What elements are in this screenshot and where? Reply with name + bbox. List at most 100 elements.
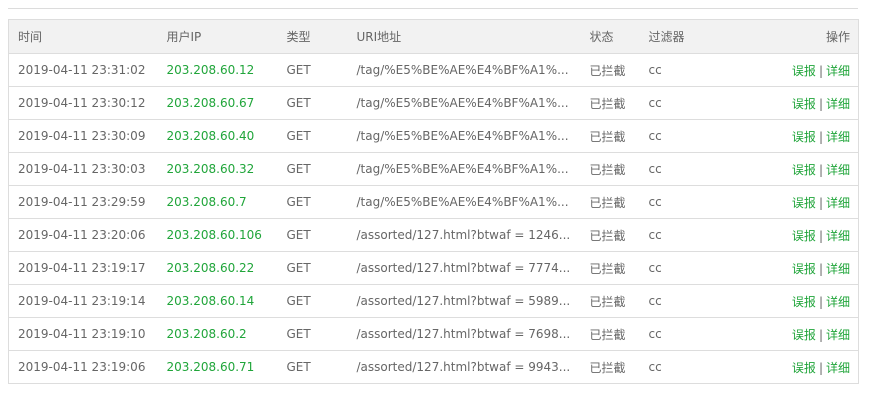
cell-user-ip: 203.208.60.71 bbox=[157, 350, 278, 384]
table-row: 2019-04-11 23:30:03 203.208.60.32 GET/tag/… bbox=[8, 152, 859, 186]
cell-time: 2019-04-11 23:30:03 bbox=[8, 152, 158, 186]
top-divider bbox=[8, 8, 858, 9]
cell-status: 已拦截 bbox=[580, 185, 640, 219]
cell-type: GET bbox=[277, 317, 348, 351]
cell-time: 2019-04-11 23:31:02 bbox=[8, 53, 158, 87]
cell-type: GET bbox=[277, 284, 348, 318]
column-header-uri: URI地址 bbox=[347, 19, 581, 54]
table-row: 2019-04-11 23:20:06 203.208.60.106 GET/ass… bbox=[8, 218, 859, 252]
cell-filter: cc bbox=[639, 185, 730, 219]
cell-user-ip: 203.208.60.14 bbox=[157, 284, 278, 318]
cell-filter: cc bbox=[639, 284, 730, 318]
details-link[interactable]: 详细 bbox=[826, 64, 850, 78]
details-link[interactable]: 详细 bbox=[826, 163, 850, 177]
cell-time: 2019-04-11 23:19:17 bbox=[8, 251, 158, 285]
action-separator: | bbox=[818, 261, 823, 276]
cell-filter: cc bbox=[639, 53, 730, 87]
details-link[interactable]: 详细 bbox=[826, 361, 850, 375]
action-separator: | bbox=[818, 129, 823, 144]
cell-status: 已拦截 bbox=[580, 218, 640, 252]
cell-actions: 误报 | 详细 bbox=[729, 152, 859, 186]
column-header-time: 时间 bbox=[8, 19, 158, 54]
cell-uri: /tag/%E5%BE%AE%E4%BF%A1%... bbox=[347, 53, 581, 87]
cell-status: 已拦截 bbox=[580, 284, 640, 318]
false-positive-link[interactable]: 误报 bbox=[792, 130, 816, 144]
cell-user-ip: 203.208.60.22 bbox=[157, 251, 278, 285]
details-link[interactable]: 详细 bbox=[826, 229, 850, 243]
cell-type: GET bbox=[277, 152, 348, 186]
table-header-row: 时间 用户IP 类型 URI地址 状态 过滤器 操作 bbox=[8, 19, 859, 54]
column-header-ip: 用户IP bbox=[157, 19, 278, 54]
table-row: 2019-04-11 23:30:12 203.208.60.67 GET/tag/… bbox=[8, 86, 859, 120]
details-link[interactable]: 详细 bbox=[826, 196, 850, 210]
cell-filter: cc bbox=[639, 86, 730, 120]
details-link[interactable]: 详细 bbox=[826, 97, 850, 111]
cell-user-ip: 203.208.60.2 bbox=[157, 317, 278, 351]
cell-filter: cc bbox=[639, 218, 730, 252]
cell-type: GET bbox=[277, 185, 348, 219]
cell-type: GET bbox=[277, 53, 348, 87]
cell-user-ip: 203.208.60.32 bbox=[157, 152, 278, 186]
false-positive-link[interactable]: 误报 bbox=[792, 229, 816, 243]
false-positive-link[interactable]: 误报 bbox=[792, 196, 816, 210]
table-row: 2019-04-11 23:19:10 203.208.60.2 GET/assor… bbox=[8, 317, 859, 351]
table-row: 2019-04-11 23:19:17 203.208.60.22 GET/asso… bbox=[8, 251, 859, 285]
cell-type: GET bbox=[277, 86, 348, 120]
table-row: 2019-04-11 23:29:59 203.208.60.7 GET/tag/%… bbox=[8, 185, 859, 219]
cell-user-ip: 203.208.60.12 bbox=[157, 53, 278, 87]
table-body: 2019-04-11 23:31:02 203.208.60.12 GET/tag/… bbox=[8, 53, 859, 384]
cell-actions: 误报 | 详细 bbox=[729, 251, 859, 285]
cell-time: 2019-04-11 23:19:14 bbox=[8, 284, 158, 318]
table-row: 2019-04-11 23:19:06 203.208.60.71 GET/asso… bbox=[8, 350, 859, 384]
false-positive-link[interactable]: 误报 bbox=[792, 295, 816, 309]
cell-actions: 误报 | 详细 bbox=[729, 53, 859, 87]
details-link[interactable]: 详细 bbox=[826, 328, 850, 342]
false-positive-link[interactable]: 误报 bbox=[792, 97, 816, 111]
cell-filter: cc bbox=[639, 119, 730, 153]
cell-time: 2019-04-11 23:30:12 bbox=[8, 86, 158, 120]
cell-time: 2019-04-11 23:20:06 bbox=[8, 218, 158, 252]
details-link[interactable]: 详细 bbox=[826, 295, 850, 309]
cell-user-ip: 203.208.60.106 bbox=[157, 218, 278, 252]
false-positive-link[interactable]: 误报 bbox=[792, 361, 816, 375]
action-separator: | bbox=[818, 327, 823, 342]
cell-time: 2019-04-11 23:30:09 bbox=[8, 119, 158, 153]
cell-time: 2019-04-11 23:29:59 bbox=[8, 185, 158, 219]
cell-status: 已拦截 bbox=[580, 152, 640, 186]
column-header-status: 状态 bbox=[580, 19, 640, 54]
action-separator: | bbox=[818, 294, 823, 309]
action-separator: | bbox=[818, 63, 823, 78]
cell-uri: /tag/%E5%BE%AE%E4%BF%A1%... bbox=[347, 185, 581, 219]
column-header-actions: 操作 bbox=[729, 19, 859, 54]
false-positive-link[interactable]: 误报 bbox=[792, 328, 816, 342]
details-link[interactable]: 详细 bbox=[826, 130, 850, 144]
action-separator: | bbox=[818, 228, 823, 243]
cell-actions: 误报 | 详细 bbox=[729, 350, 859, 384]
cell-uri: /tag/%E5%BE%AE%E4%BF%A1%... bbox=[347, 119, 581, 153]
false-positive-link[interactable]: 误报 bbox=[792, 262, 816, 276]
false-positive-link[interactable]: 误报 bbox=[792, 64, 816, 78]
column-header-type: 类型 bbox=[277, 19, 348, 54]
cell-filter: cc bbox=[639, 350, 730, 384]
cell-status: 已拦截 bbox=[580, 119, 640, 153]
cell-filter: cc bbox=[639, 317, 730, 351]
cell-type: GET bbox=[277, 218, 348, 252]
false-positive-link[interactable]: 误报 bbox=[792, 163, 816, 177]
cell-actions: 误报 | 详细 bbox=[729, 86, 859, 120]
cell-time: 2019-04-11 23:19:06 bbox=[8, 350, 158, 384]
cell-uri: /assorted/127.html?btwaf = 9943... bbox=[347, 350, 581, 384]
cell-uri: /tag/%E5%BE%AE%E4%BF%A1%... bbox=[347, 86, 581, 120]
cell-user-ip: 203.208.60.40 bbox=[157, 119, 278, 153]
cell-actions: 误报 | 详细 bbox=[729, 284, 859, 318]
cell-actions: 误报 | 详细 bbox=[729, 185, 859, 219]
cell-actions: 误报 | 详细 bbox=[729, 218, 859, 252]
cell-uri: /assorted/127.html?btwaf = 5989... bbox=[347, 284, 581, 318]
cell-time: 2019-04-11 23:19:10 bbox=[8, 317, 158, 351]
table-row: 2019-04-11 23:19:14 203.208.60.14 GET/asso… bbox=[8, 284, 859, 318]
table-row: 2019-04-11 23:30:09 203.208.60.40 GET/tag/… bbox=[8, 119, 859, 153]
cell-user-ip: 203.208.60.7 bbox=[157, 185, 278, 219]
cell-user-ip: 203.208.60.67 bbox=[157, 86, 278, 120]
action-separator: | bbox=[818, 162, 823, 177]
details-link[interactable]: 详细 bbox=[826, 262, 850, 276]
cell-uri: /assorted/127.html?btwaf = 7698... bbox=[347, 317, 581, 351]
